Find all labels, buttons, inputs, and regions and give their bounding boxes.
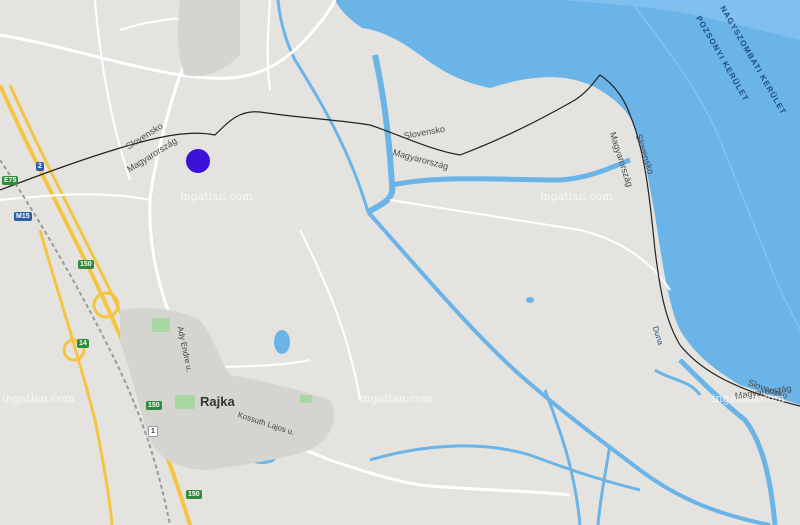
- town-label[interactable]: Rajka: [200, 394, 235, 409]
- map-graphics: [0, 0, 800, 525]
- map-canvas[interactable]: Slovensko Magyarország Slovensko Magyaro…: [0, 0, 800, 525]
- road-shield: E75: [2, 176, 19, 185]
- road-shield: M15: [14, 212, 32, 221]
- location-marker: [186, 149, 210, 173]
- watermark: ingatlan.com: [2, 392, 75, 405]
- watermark: ingatlan.com: [360, 392, 433, 405]
- road-shield: 2: [36, 162, 44, 171]
- road-shield: 150: [146, 401, 162, 410]
- road-shield: 150: [186, 490, 202, 499]
- watermark: ingatlan.com: [540, 190, 613, 203]
- road-shield: 1: [148, 426, 158, 437]
- road-shield: 14: [77, 339, 89, 348]
- road-shield: 150: [78, 260, 94, 269]
- watermark: ingatlan.com: [180, 190, 253, 203]
- watermark: ingatlan.com: [712, 392, 785, 405]
